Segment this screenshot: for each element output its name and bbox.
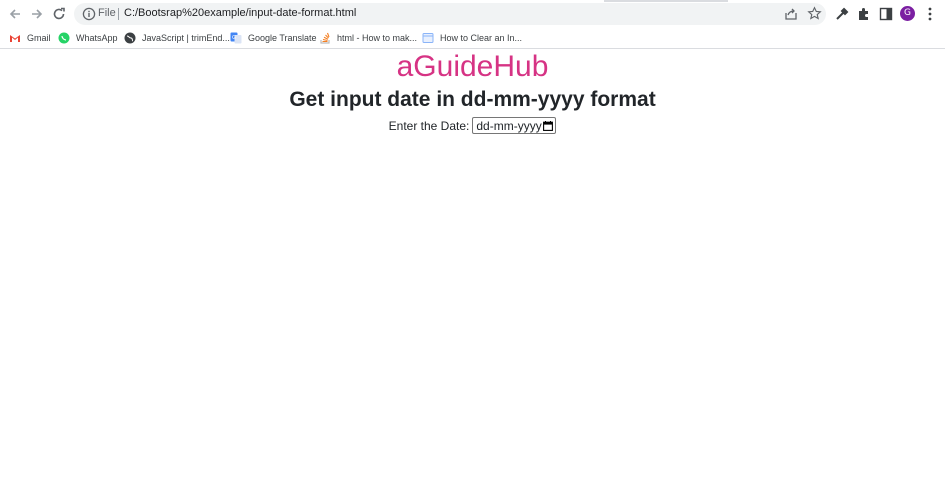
date-placeholder: dd-mm-yyyy bbox=[476, 118, 542, 133]
share-icon[interactable] bbox=[784, 7, 798, 21]
profile-avatar[interactable]: G bbox=[900, 6, 915, 21]
bookmark-label: JavaScript | trimEnd... bbox=[142, 33, 230, 43]
bookmark-label: Google Translate bbox=[248, 33, 317, 43]
bookmark-how-to-clear[interactable]: How to Clear an In... bbox=[422, 30, 522, 46]
bookmark-javascript-trimend[interactable]: JavaScript | trimEnd... bbox=[124, 30, 230, 46]
bookmark-label: WhatsApp bbox=[76, 33, 118, 43]
date-form: Enter the Date: dd-mm-yyyy bbox=[0, 117, 945, 134]
date-label: Enter the Date: bbox=[388, 118, 470, 133]
calendar-icon[interactable] bbox=[543, 120, 554, 131]
reload-icon bbox=[53, 7, 65, 20]
bookmark-html-how-to[interactable]: html - How to mak... bbox=[319, 30, 417, 46]
eyedropper-icon[interactable] bbox=[834, 6, 850, 22]
extensions-puzzle-icon[interactable] bbox=[856, 6, 872, 22]
bookmarks-bar: Gmail WhatsApp JavaScript | trimEnd... G… bbox=[0, 28, 945, 49]
browser-toolbar: File C:/Bootsrap%20example/input-date-fo… bbox=[0, 0, 945, 28]
globe-icon bbox=[124, 32, 136, 44]
stackoverflow-icon bbox=[320, 32, 330, 44]
bookmark-label: How to Clear an In... bbox=[440, 33, 523, 43]
arrow-left-icon bbox=[9, 9, 20, 19]
whatsapp-icon bbox=[58, 32, 70, 44]
gmail-icon bbox=[10, 35, 20, 42]
bookmark-label: html - How to mak... bbox=[337, 33, 418, 43]
scheme-label: File bbox=[98, 7, 116, 19]
info-icon[interactable] bbox=[82, 7, 96, 21]
page-heading: Get input date in dd-mm-yyyy format bbox=[289, 88, 656, 111]
date-input[interactable]: dd-mm-yyyy bbox=[472, 117, 557, 134]
svg-text:G: G bbox=[232, 35, 236, 41]
address-bar[interactable]: File C:/Bootsrap%20example/input-date-fo… bbox=[74, 3, 826, 25]
kebab-menu-icon[interactable] bbox=[926, 6, 934, 22]
page-icon bbox=[422, 33, 434, 43]
translate-icon: G bbox=[230, 32, 242, 44]
site-title: aGuideHub bbox=[396, 50, 549, 83]
bookmark-label: Gmail bbox=[27, 33, 51, 43]
bookmark-star-icon[interactable] bbox=[807, 6, 822, 21]
side-panel-icon[interactable] bbox=[878, 6, 894, 22]
arrow-right-icon bbox=[32, 9, 43, 19]
bookmark-whatsapp[interactable]: WhatsApp bbox=[58, 30, 118, 46]
bookmark-gmail[interactable]: Gmail bbox=[9, 30, 51, 46]
back-button[interactable] bbox=[6, 5, 24, 23]
url-text[interactable]: C:/Bootsrap%20example/input-date-format.… bbox=[124, 7, 356, 19]
tab-strip-edge bbox=[604, 0, 728, 2]
bookmark-google-translate[interactable]: G Google Translate bbox=[230, 30, 317, 46]
reload-button[interactable] bbox=[50, 5, 68, 23]
address-divider bbox=[118, 8, 119, 20]
forward-button[interactable] bbox=[28, 5, 46, 23]
